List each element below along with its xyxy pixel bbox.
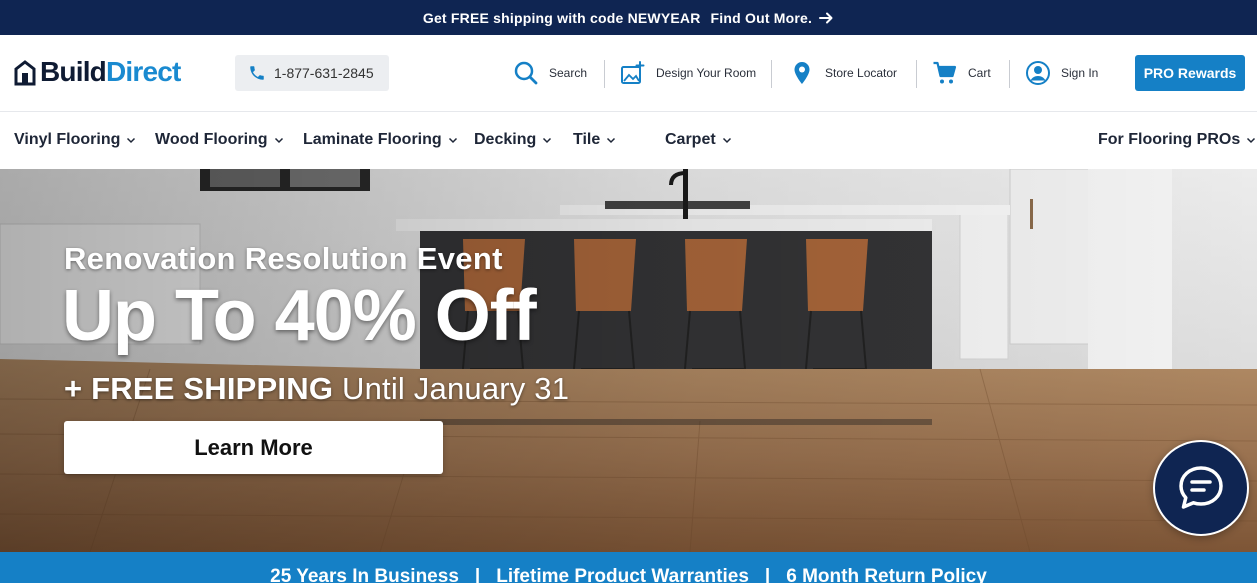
header-divider bbox=[604, 60, 605, 88]
chat-button[interactable] bbox=[1153, 440, 1249, 536]
nav-item-decking[interactable]: Decking bbox=[474, 131, 552, 149]
design-your-room-button[interactable]: Design Your Room bbox=[620, 57, 756, 89]
user-icon bbox=[1026, 61, 1050, 85]
search-icon bbox=[514, 61, 538, 85]
house-logo-icon bbox=[14, 59, 36, 85]
hero-sub-bold: + FREE SHIPPING bbox=[64, 371, 334, 406]
sign-in-label: Sign In bbox=[1061, 66, 1099, 80]
hero-sub-rest: Until January 31 bbox=[341, 371, 570, 406]
nav-item-label: For Flooring PROs bbox=[1098, 131, 1241, 148]
cart-icon bbox=[933, 61, 957, 84]
chevron-down-icon bbox=[722, 137, 731, 144]
nav-item-label: Laminate Flooring bbox=[303, 131, 442, 148]
promo-message: Get FREE shipping with code NEWYEAR bbox=[422, 9, 701, 26]
value-item: 6 Month Return Policy bbox=[786, 566, 987, 583]
map-pin-icon bbox=[794, 62, 810, 84]
nav-item-laminate-flooring[interactable]: Laminate Flooring bbox=[303, 131, 458, 149]
search-button[interactable]: Search bbox=[513, 57, 587, 89]
nav-item-label: Decking bbox=[474, 131, 537, 148]
logo-text: BuildDirect bbox=[40, 56, 181, 87]
promo-bar: Get FREE shipping with code NEWYEAR Find… bbox=[0, 0, 1257, 35]
nav-item-for-flooring-pros[interactable]: For Flooring PROs bbox=[1098, 131, 1256, 149]
value-separator: | bbox=[474, 566, 481, 583]
phone-icon bbox=[250, 66, 264, 80]
chat-icon bbox=[1179, 466, 1223, 509]
nav-item-label: Carpet bbox=[665, 131, 716, 148]
design-room-icon bbox=[621, 61, 645, 84]
hero-eyebrow: Renovation Resolution Event bbox=[64, 241, 503, 276]
chevron-down-icon bbox=[448, 137, 457, 144]
nav-item-label: Vinyl Flooring bbox=[14, 131, 121, 148]
header-divider bbox=[771, 60, 772, 88]
nav-item-label: Wood Flooring bbox=[155, 131, 268, 148]
arrow-right-icon bbox=[819, 12, 833, 23]
find-out-more-label: Find Out More. bbox=[710, 9, 813, 26]
hero-banner[interactable]: Renovation Resolution Event Up To 40% Of… bbox=[0, 169, 1257, 552]
learn-more-button[interactable]: Learn More bbox=[64, 421, 443, 474]
nav-item-wood-flooring[interactable]: Wood Flooring bbox=[155, 131, 284, 149]
nav-item-tile[interactable]: Tile bbox=[573, 131, 616, 149]
cart-button[interactable]: Cart bbox=[932, 57, 991, 89]
sign-in-button[interactable]: Sign In bbox=[1025, 57, 1098, 89]
value-item: 25 Years In Business bbox=[270, 566, 459, 583]
logo[interactable]: BuildDirect bbox=[14, 58, 181, 86]
hero-headline: Up To 40% Off bbox=[62, 276, 537, 356]
nav-item-label: Tile bbox=[573, 131, 601, 148]
nav-item-vinyl-flooring[interactable]: Vinyl Flooring bbox=[14, 131, 136, 149]
store-locator-label: Store Locator bbox=[825, 66, 898, 80]
phone-number: 1-877-631-2845 bbox=[274, 65, 374, 81]
chevron-down-icon bbox=[1247, 137, 1256, 144]
chevron-down-icon bbox=[607, 137, 616, 144]
chevron-down-icon bbox=[127, 137, 136, 144]
chevron-down-icon bbox=[543, 137, 552, 144]
site-header: BuildDirect 1-877-631-2845 Search Design… bbox=[0, 35, 1257, 112]
header-divider bbox=[916, 60, 917, 88]
design-room-label: Design Your Room bbox=[656, 66, 757, 80]
find-out-more-link[interactable]: Find Out More. bbox=[711, 10, 835, 26]
value-separator: | bbox=[764, 566, 771, 583]
phone-button[interactable]: 1-877-631-2845 bbox=[235, 55, 389, 91]
cart-label: Cart bbox=[968, 66, 991, 80]
store-locator-button[interactable]: Store Locator bbox=[789, 57, 897, 89]
nav-item-carpet[interactable]: Carpet bbox=[665, 131, 732, 149]
hero-kitchen-image bbox=[0, 169, 1257, 552]
chevron-down-icon bbox=[274, 137, 283, 144]
hero-subheadline: + FREE SHIPPING Until January 31 bbox=[64, 371, 569, 407]
value-proposition-bar: 25 Years In Business | Lifetime Product … bbox=[0, 552, 1257, 583]
pro-rewards-button[interactable]: PRO Rewards bbox=[1135, 55, 1245, 91]
search-label: Search bbox=[549, 66, 588, 80]
category-nav: Vinyl Flooring Wood Flooring Laminate Fl… bbox=[0, 112, 1257, 169]
value-item: Lifetime Product Warranties bbox=[496, 566, 749, 583]
header-divider bbox=[1009, 60, 1010, 88]
